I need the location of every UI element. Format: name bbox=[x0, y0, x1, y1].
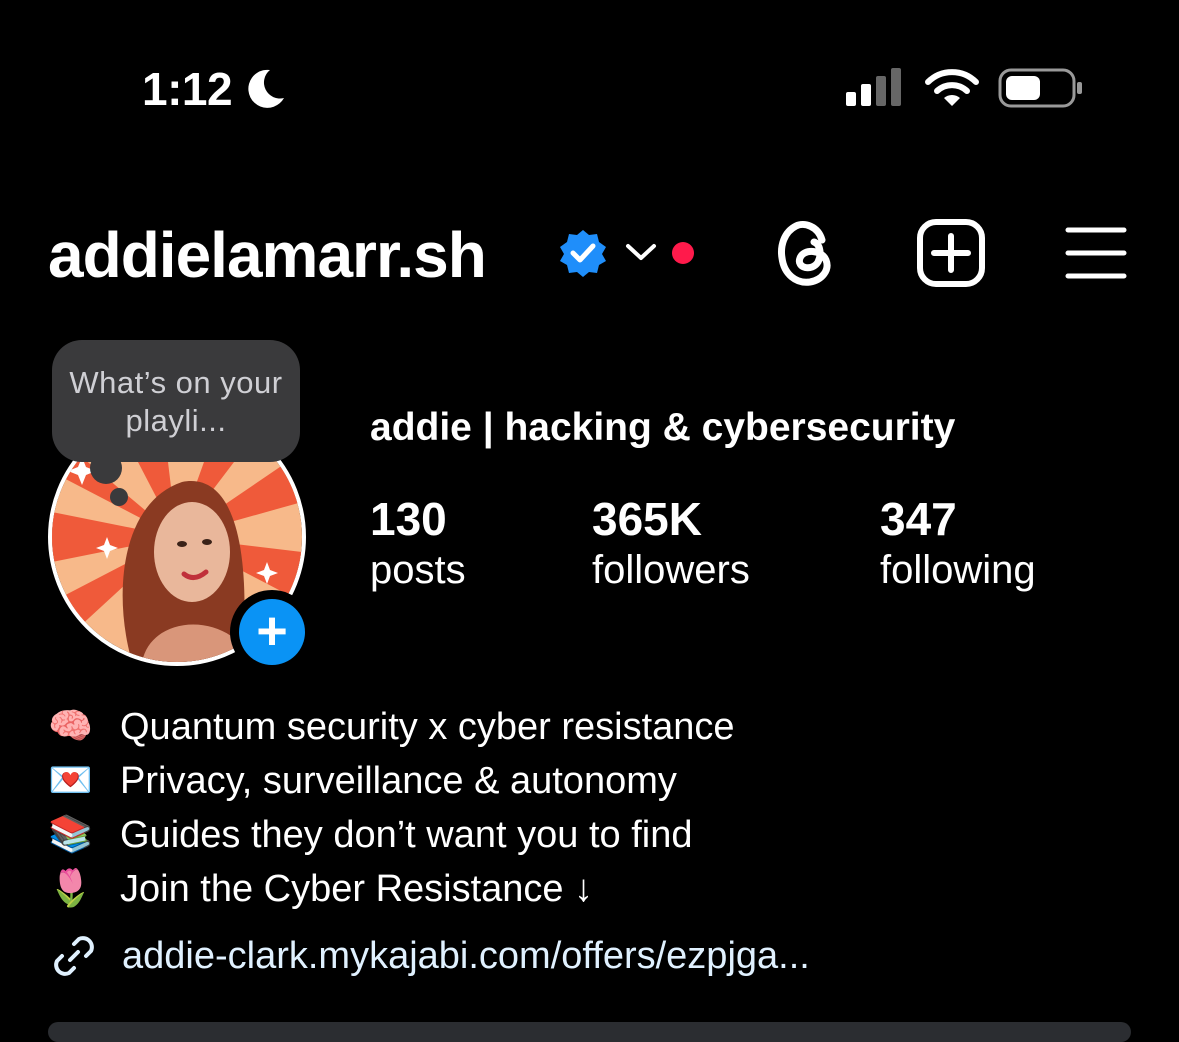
menu-icon[interactable] bbox=[1064, 226, 1128, 280]
verified-badge-icon bbox=[560, 230, 606, 277]
link-icon bbox=[54, 936, 94, 976]
bio-line: 🧠 Quantum security x cyber resistance bbox=[48, 700, 735, 754]
battery-icon bbox=[998, 68, 1082, 108]
bio-text: Guides they don’t want you to find bbox=[120, 814, 693, 856]
create-post-icon[interactable] bbox=[916, 218, 986, 288]
bio: 🧠 Quantum security x cyber resistance 💌 … bbox=[48, 700, 735, 916]
stat-label: followers bbox=[592, 548, 750, 592]
profile-note[interactable]: What’s on your playli... bbox=[52, 340, 300, 462]
bio-text: Privacy, surveillance & autonomy bbox=[120, 760, 677, 802]
profile-link[interactable]: addie-clark.mykajabi.com/offers/ezpjga..… bbox=[48, 930, 810, 982]
plus-icon: + bbox=[239, 599, 305, 665]
add-story-button[interactable]: + bbox=[230, 590, 314, 674]
brain-emoji: 🧠 bbox=[48, 706, 93, 747]
moon-icon bbox=[248, 69, 284, 108]
stat-value: 130 bbox=[370, 493, 447, 545]
books-emoji: 📚 bbox=[48, 814, 93, 855]
stat-label: following bbox=[880, 548, 1036, 592]
stat-following[interactable]: 347 following bbox=[880, 494, 1036, 596]
stat-value: 365K bbox=[592, 493, 702, 545]
bio-line: 🌷 Join the Cyber Resistance ↓ bbox=[48, 862, 735, 916]
love-letter-emoji: 💌 bbox=[48, 760, 93, 801]
chevron-down-icon[interactable] bbox=[624, 240, 658, 264]
bio-text: Quantum security x cyber resistance bbox=[120, 706, 735, 748]
threads-icon[interactable] bbox=[774, 218, 838, 288]
notification-dot bbox=[672, 242, 694, 264]
edit-profile-button-edge[interactable] bbox=[48, 1022, 1131, 1042]
bio-line: 💌 Privacy, surveillance & autonomy bbox=[48, 754, 735, 808]
stat-followers[interactable]: 365K followers bbox=[592, 494, 750, 596]
display-name: addie | hacking & cybersecurity bbox=[370, 406, 956, 449]
wifi-icon bbox=[925, 69, 979, 106]
note-tail bbox=[110, 488, 128, 506]
stat-label: posts bbox=[370, 548, 466, 592]
stat-posts[interactable]: 130 posts bbox=[370, 494, 466, 596]
stat-value: 347 bbox=[880, 493, 957, 545]
status-time: 1:12 bbox=[142, 63, 233, 115]
profile-username[interactable]: addielamarr.sh bbox=[48, 218, 487, 292]
cellular-signal-icon bbox=[846, 68, 901, 106]
bio-text: Join the Cyber Resistance ↓ bbox=[120, 868, 594, 910]
tulip-emoji: 🌷 bbox=[48, 868, 93, 909]
link-text[interactable]: addie-clark.mykajabi.com/offers/ezpjga..… bbox=[122, 935, 810, 978]
bio-line: 📚 Guides they don’t want you to find bbox=[48, 808, 735, 862]
note-tail bbox=[90, 452, 122, 484]
